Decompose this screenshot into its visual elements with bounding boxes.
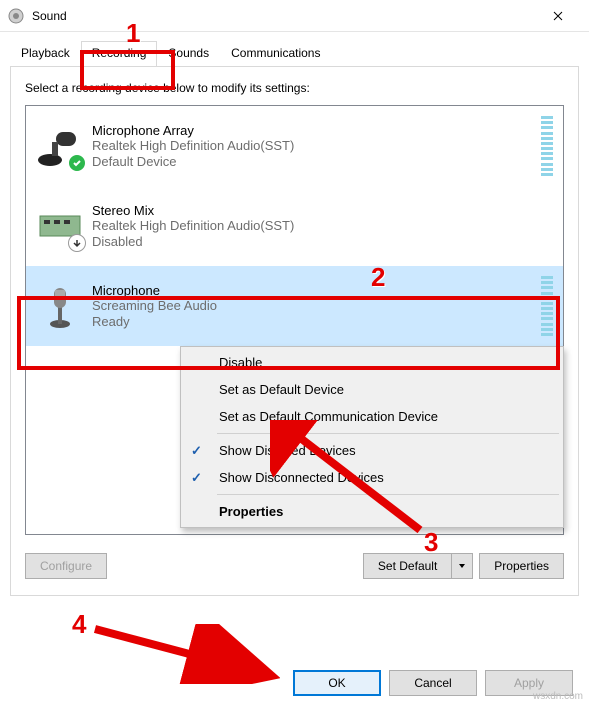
context-menu: Disable Set as Default Device Set as Def… (180, 346, 564, 528)
ctx-separator (217, 494, 559, 495)
ctx-disable[interactable]: Disable (183, 349, 561, 376)
panel-buttons: Configure Set Default Properties (25, 553, 564, 579)
annotation-number-4: 4 (72, 609, 86, 640)
disabled-badge (68, 234, 86, 252)
check-icon: ✓ (191, 470, 202, 486)
soundcard-icon (36, 202, 84, 250)
device-name: Microphone (92, 283, 541, 298)
configure-button[interactable]: Configure (25, 553, 107, 579)
watermark: wsxdn.com (533, 691, 583, 702)
tab-playback[interactable]: Playback (10, 41, 81, 67)
device-name: Stereo Mix (92, 203, 553, 218)
ctx-show-disabled[interactable]: ✓ Show Disabled Devices (183, 437, 561, 464)
device-desc: Realtek High Definition Audio(SST) (92, 218, 553, 235)
ok-button[interactable]: OK (293, 670, 381, 696)
device-name: Microphone Array (92, 123, 541, 138)
ctx-label: Show Disabled Devices (219, 443, 356, 458)
close-button[interactable] (535, 0, 581, 32)
ctx-separator (217, 433, 559, 434)
set-default-dropdown[interactable] (451, 553, 473, 579)
check-icon: ✓ (191, 443, 202, 459)
device-row-microphone[interactable]: Microphone Screaming Bee Audio Ready (26, 266, 563, 346)
microphone-array-icon (36, 122, 84, 170)
dialog-body: Playback Recording Sounds Communications… (0, 32, 589, 606)
ctx-properties[interactable]: Properties (183, 498, 561, 525)
tab-sounds[interactable]: Sounds (157, 41, 220, 67)
level-meter (541, 276, 553, 336)
tab-strip: Playback Recording Sounds Communications (10, 41, 579, 67)
device-row-mic-array[interactable]: Microphone Array Realtek High Definition… (26, 106, 563, 186)
set-default-button[interactable]: Set Default (363, 553, 451, 579)
device-row-stereo-mix[interactable]: Stereo Mix Realtek High Definition Audio… (26, 186, 563, 266)
tab-recording[interactable]: Recording (81, 41, 158, 67)
device-list: Microphone Array Realtek High Definition… (25, 105, 564, 535)
default-check-badge (68, 154, 86, 172)
ctx-label: Show Disconnected Devices (219, 470, 384, 485)
ctx-set-comm[interactable]: Set as Default Communication Device (183, 403, 561, 430)
level-meter (541, 116, 553, 176)
device-desc: Screaming Bee Audio (92, 298, 541, 315)
device-status: Default Device (92, 154, 541, 169)
tab-panel: Select a recording device below to modif… (10, 66, 579, 596)
dialog-footer: OK Cancel Apply (0, 670, 589, 696)
ctx-show-disconnected[interactable]: ✓ Show Disconnected Devices (183, 464, 561, 491)
sound-icon (8, 8, 24, 24)
tab-communications[interactable]: Communications (220, 41, 331, 67)
device-status: Disabled (92, 234, 553, 249)
titlebar: Sound (0, 0, 589, 32)
window-title: Sound (32, 9, 535, 23)
set-default-split: Set Default (363, 553, 473, 579)
cancel-button[interactable]: Cancel (389, 670, 477, 696)
ctx-set-default[interactable]: Set as Default Device (183, 376, 561, 403)
properties-button[interactable]: Properties (479, 553, 564, 579)
device-desc: Realtek High Definition Audio(SST) (92, 138, 541, 155)
instruction-text: Select a recording device below to modif… (25, 81, 564, 95)
microphone-icon (36, 282, 84, 330)
device-status: Ready (92, 314, 541, 329)
